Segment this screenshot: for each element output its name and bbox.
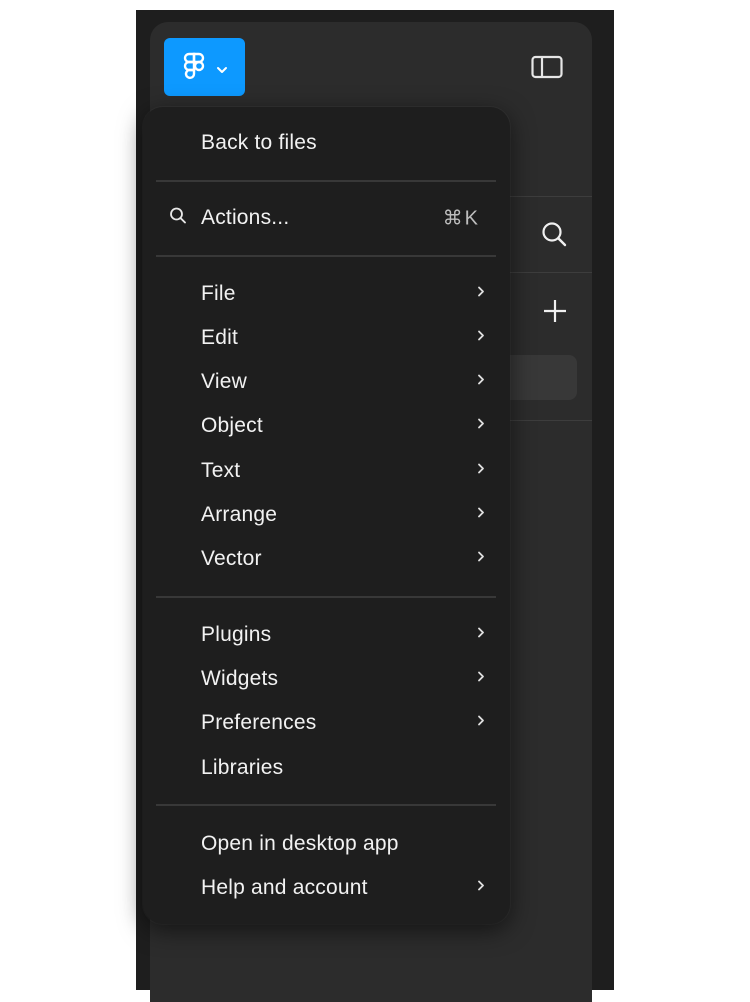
menu-item-edit[interactable]: Edit (143, 318, 510, 358)
menu-item-label: File (201, 282, 236, 305)
chevron-right-icon (476, 714, 486, 733)
menu-item-label: Open in desktop app (201, 832, 399, 855)
chevron-right-icon (476, 879, 486, 898)
menu-item-back-to-files[interactable]: Back to files (143, 123, 510, 163)
selected-page-row[interactable] (500, 355, 577, 400)
panel-divider (500, 420, 592, 421)
plus-icon[interactable] (542, 298, 568, 329)
main-menu-button[interactable] (164, 38, 245, 96)
menu-item-label: Text (201, 459, 241, 482)
sidebar-toggle-icon[interactable] (531, 55, 563, 84)
menu-item-text[interactable]: Text (143, 451, 510, 491)
menu-item-libraries[interactable]: Libraries (143, 748, 510, 788)
figma-logo-icon (181, 52, 207, 87)
menu-item-label: Libraries (201, 756, 284, 779)
menu-separator (156, 180, 496, 182)
menu-separator (156, 255, 496, 257)
menu-item-help-and-account[interactable]: Help and account (143, 868, 510, 908)
menu-item-label: Object (201, 414, 263, 437)
chevron-right-icon (476, 462, 486, 481)
menu-item-file[interactable]: File (143, 274, 510, 314)
menu-separator (156, 596, 496, 598)
menu-item-plugins[interactable]: Plugins (143, 615, 510, 655)
main-menu-dropdown: Back to files Actions... ⌘K File Edit Vi… (143, 107, 510, 924)
search-icon (169, 207, 187, 230)
menu-item-arrange[interactable]: Arrange (143, 495, 510, 535)
menu-item-preferences[interactable]: Preferences (143, 703, 510, 743)
panel-divider (500, 196, 592, 197)
search-icon[interactable] (540, 220, 568, 253)
chevron-right-icon (476, 506, 486, 525)
chevron-right-icon (476, 550, 486, 569)
keyboard-shortcut: ⌘K (442, 207, 480, 230)
chevron-right-icon (476, 626, 486, 645)
menu-item-label: View (201, 370, 247, 393)
panel-divider (500, 272, 592, 273)
chevron-right-icon (476, 670, 486, 689)
menu-item-label: Help and account (201, 876, 368, 899)
chevron-right-icon (476, 329, 486, 348)
menu-item-object[interactable]: Object (143, 406, 510, 446)
menu-item-open-in-desktop-app[interactable]: Open in desktop app (143, 824, 510, 864)
chevron-right-icon (476, 417, 486, 436)
menu-item-widgets[interactable]: Widgets (143, 659, 510, 699)
chevron-right-icon (476, 285, 486, 304)
chevron-right-icon (476, 373, 486, 392)
menu-item-label: Plugins (201, 623, 272, 646)
menu-item-label: Edit (201, 326, 238, 349)
menu-item-actions[interactable]: Actions... ⌘K (143, 198, 510, 238)
menu-item-label: Vector (201, 547, 262, 570)
menu-item-label: Widgets (201, 667, 279, 690)
menu-item-label: Back to files (201, 131, 317, 154)
menu-item-view[interactable]: View (143, 362, 510, 402)
menu-item-label: Actions... (201, 206, 290, 229)
menu-item-label: Preferences (201, 711, 317, 734)
menu-separator (156, 804, 496, 806)
menu-item-vector[interactable]: Vector (143, 539, 510, 579)
chevron-down-icon (216, 62, 228, 80)
menu-item-label: Arrange (201, 503, 278, 526)
